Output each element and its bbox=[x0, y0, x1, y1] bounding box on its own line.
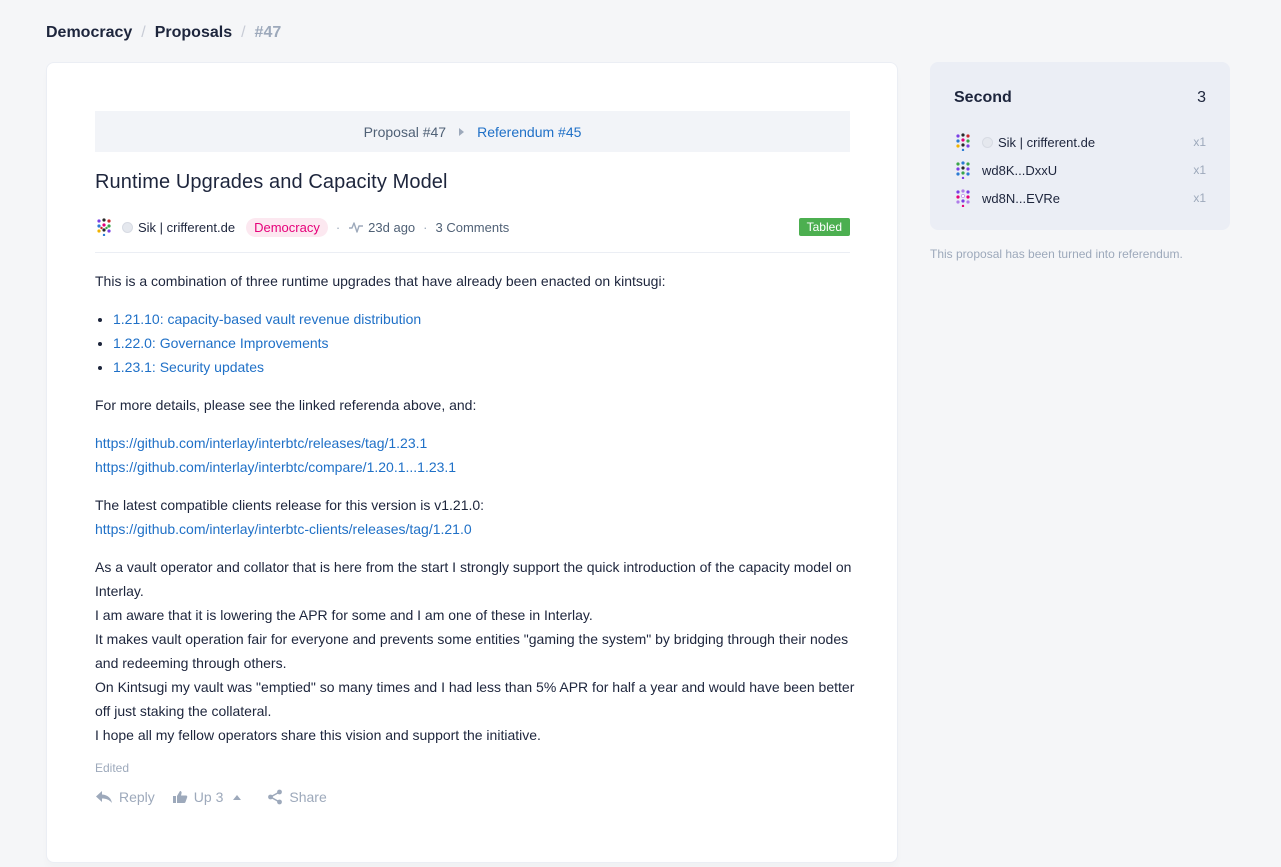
list-item: 1.21.10: capacity-based vault revenue di… bbox=[113, 307, 855, 331]
activity-icon bbox=[349, 222, 364, 233]
links-block: https://github.com/interlay/interbtc/rel… bbox=[95, 431, 855, 479]
reply-icon bbox=[96, 791, 112, 803]
upgrade-link[interactable]: 1.21.10: capacity-based vault revenue di… bbox=[113, 311, 421, 327]
proposal-card: Proposal #47 Referendum #45 Runtime Upgr… bbox=[46, 62, 898, 863]
edited-label: Edited bbox=[95, 761, 130, 775]
comment-block: As a vault operator and collator that is… bbox=[95, 555, 855, 747]
seconder-row: wd8K...DxxU x1 bbox=[954, 156, 1206, 184]
list-item: 1.22.0: Governance Improvements bbox=[113, 331, 855, 355]
post-meta: Sik | crifferent.de Democracy · 23d ago … bbox=[95, 215, 850, 239]
reply-label: Reply bbox=[119, 789, 155, 805]
intro-text: This is a combination of three runtime u… bbox=[95, 273, 666, 289]
timeline-referendum-link[interactable]: Referendum #45 bbox=[477, 124, 581, 140]
breadcrumb-separator: / bbox=[141, 24, 146, 41]
clients-text: The latest compatible clients release fo… bbox=[95, 497, 485, 513]
breadcrumb-current: #47 bbox=[254, 24, 282, 41]
seconder-name[interactable]: wd8K...DxxU bbox=[982, 163, 1057, 178]
compare-link[interactable]: https://github.com/interlay/interbtc/com… bbox=[95, 459, 456, 475]
seconder-row: wd8N...EVRe x1 bbox=[954, 184, 1206, 212]
comment-line: I am aware that it is lowering the APR f… bbox=[95, 607, 593, 623]
timeline-proposal: Proposal #47 bbox=[363, 123, 447, 140]
share-button[interactable]: Share bbox=[267, 789, 327, 805]
caret-right-icon bbox=[459, 127, 465, 136]
seconder-name[interactable]: Sik | crifferent.de bbox=[998, 135, 1095, 150]
category-tag[interactable]: Democracy bbox=[246, 217, 328, 237]
seconder-times: x1 bbox=[1193, 163, 1206, 177]
comment-line: I hope all my fellow operators share thi… bbox=[95, 727, 541, 743]
comment-line: As a vault operator and collator that is… bbox=[95, 559, 852, 599]
breadcrumb: Democracy / Proposals / #47 bbox=[46, 24, 281, 42]
share-label: Share bbox=[289, 789, 327, 805]
upgrade-link[interactable]: 1.23.1: Security updates bbox=[113, 359, 264, 375]
upvote-label: Up 3 bbox=[193, 789, 224, 805]
identity-icon bbox=[122, 221, 133, 233]
avatar-icon[interactable] bbox=[954, 161, 972, 179]
details-text: For more details, please see the linked … bbox=[95, 397, 477, 413]
post-time: 23d ago bbox=[368, 219, 416, 235]
release-link[interactable]: https://github.com/interlay/interbtc/rel… bbox=[95, 435, 427, 451]
upgrade-link[interactable]: 1.22.0: Governance Improvements bbox=[113, 335, 329, 351]
comment-line: On Kintsugi my vault was "emptied" so ma… bbox=[95, 679, 855, 719]
second-header: Second 3 bbox=[954, 89, 1206, 107]
clients-block: The latest compatible clients release fo… bbox=[95, 493, 855, 541]
comment-line: It makes vault operation fair for everyo… bbox=[95, 631, 849, 671]
upgrade-list: 1.21.10: capacity-based vault revenue di… bbox=[113, 307, 855, 379]
caret-up-icon[interactable] bbox=[233, 794, 242, 800]
seconder-times: x1 bbox=[1193, 191, 1206, 205]
second-panel: Second 3 Sik | crifferent.de x1 wd8K...D… bbox=[930, 62, 1230, 230]
seconder-times: x1 bbox=[1193, 135, 1206, 149]
breadcrumb-proposals[interactable]: Proposals bbox=[155, 24, 232, 42]
meta-separator: · bbox=[335, 219, 341, 235]
divider bbox=[95, 252, 850, 253]
seconder-name[interactable]: wd8N...EVRe bbox=[982, 191, 1060, 206]
status-badge: Tabled bbox=[798, 218, 850, 236]
post-title: Runtime Upgrades and Capacity Model bbox=[95, 171, 448, 193]
identity-icon bbox=[982, 136, 993, 148]
reply-button[interactable]: Reply bbox=[95, 789, 155, 805]
clients-link[interactable]: https://github.com/interlay/interbtc-cli… bbox=[95, 521, 472, 537]
breadcrumb-separator: / bbox=[241, 24, 246, 41]
avatar-icon[interactable] bbox=[954, 133, 972, 151]
seconders-list: Sik | crifferent.de x1 wd8K...DxxU x1 wd… bbox=[954, 128, 1206, 212]
share-icon bbox=[268, 789, 283, 805]
thumbs-up-icon bbox=[172, 791, 188, 803]
meta-separator: · bbox=[423, 219, 428, 235]
referendum-note: This proposal has been turned into refer… bbox=[930, 247, 1183, 261]
avatar-icon[interactable] bbox=[95, 218, 113, 236]
second-title: Second bbox=[954, 89, 1012, 106]
breadcrumb-democracy[interactable]: Democracy bbox=[46, 24, 132, 42]
second-count: 3 bbox=[1197, 89, 1206, 106]
comments-count[interactable]: 3 Comments bbox=[436, 220, 510, 235]
upvote-button[interactable]: Up 3 bbox=[172, 789, 242, 805]
post-author[interactable]: Sik | crifferent.de bbox=[138, 220, 235, 235]
seconder-row: Sik | crifferent.de x1 bbox=[954, 128, 1206, 156]
post-content: This is a combination of three runtime u… bbox=[95, 269, 855, 761]
post-actions: Reply Up 3 Share bbox=[95, 789, 327, 805]
list-item: 1.23.1: Security updates bbox=[113, 355, 855, 379]
avatar-icon[interactable] bbox=[954, 189, 972, 207]
timeline-bar: Proposal #47 Referendum #45 bbox=[95, 111, 850, 152]
